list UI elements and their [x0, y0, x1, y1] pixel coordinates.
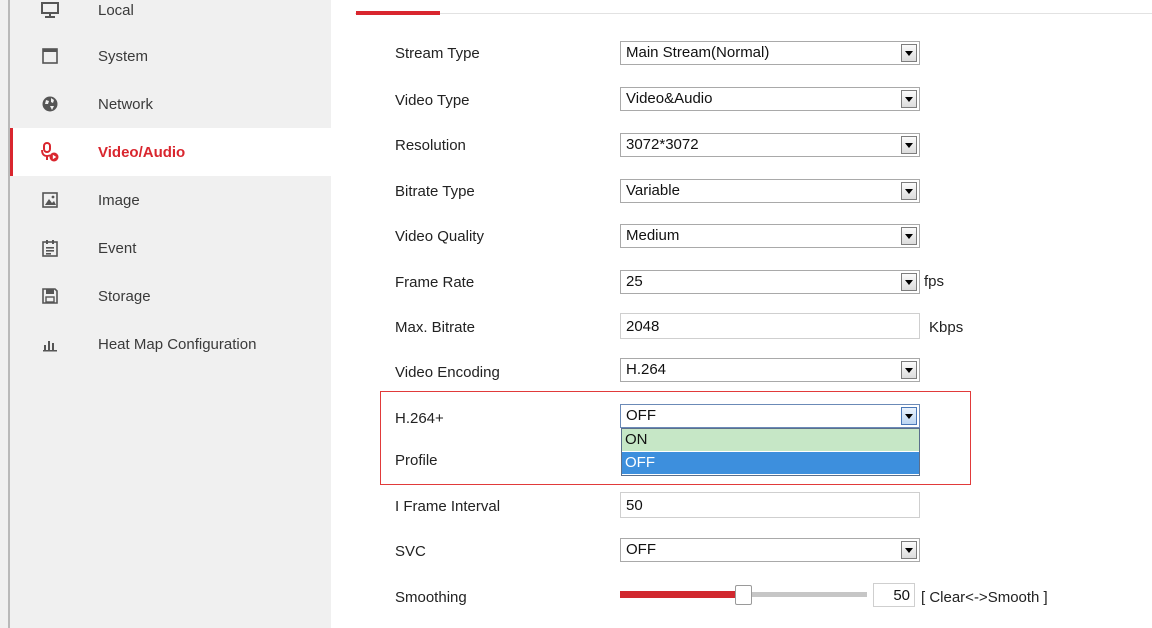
h264plus-option-on[interactable]: ON [622, 429, 919, 451]
resolution-select[interactable]: 3072*3072 [620, 133, 920, 157]
floppy-disk-icon [42, 288, 58, 304]
video-quality-label: Video Quality [395, 228, 484, 245]
svc-value: OFF [626, 541, 656, 558]
svc-label: SVC [395, 543, 426, 560]
tab-active-indicator[interactable] [356, 11, 440, 15]
monitor-icon [41, 2, 59, 18]
h264plus-value: OFF [626, 407, 656, 424]
chevron-down-icon[interactable] [901, 361, 917, 379]
frame-rate-select[interactable]: 25 [620, 270, 920, 294]
i-frame-interval-label: I Frame Interval [395, 498, 501, 515]
bitrate-type-select[interactable]: Variable [620, 179, 920, 203]
h264plus-option-off[interactable]: OFF [622, 452, 919, 474]
chevron-down-icon[interactable] [901, 227, 917, 245]
frame-rate-unit: fps [924, 273, 945, 290]
max-bitrate-label: Max. Bitrate [395, 319, 476, 336]
chevron-down-icon[interactable] [901, 273, 917, 291]
h264plus-select[interactable]: OFF [620, 404, 920, 428]
svc-select[interactable]: OFF [620, 538, 920, 562]
i-frame-interval-input[interactable] [620, 492, 920, 518]
sidebar-item-local[interactable]: Local [10, 0, 331, 34]
bitrate-type-label: Bitrate Type [395, 183, 475, 200]
sidebar-item-label: Event [98, 239, 137, 257]
video-type-label: Video Type [395, 92, 470, 109]
bar-chart-icon [43, 341, 57, 352]
chevron-down-icon[interactable] [901, 90, 917, 108]
max-bitrate-unit: Kbps [929, 319, 964, 336]
bitrate-type-value: Variable [626, 182, 680, 199]
smoothing-slider-thumb[interactable] [735, 585, 752, 605]
video-encoding-label: Video Encoding [395, 364, 500, 381]
sidebar-item-video-audio[interactable]: Video/Audio [10, 128, 331, 176]
chevron-down-icon[interactable] [901, 136, 917, 154]
frame-rate-value: 25 [626, 273, 643, 290]
stream-type-select[interactable]: Main Stream(Normal) [620, 41, 920, 65]
sidebar-item-label: Heat Map Configuration [98, 335, 257, 353]
stream-type-label: Stream Type [395, 45, 480, 62]
sidebar-item-storage[interactable]: Storage [10, 272, 331, 320]
sidebar-item-label: Storage [98, 287, 151, 305]
main-content: Stream Type Main Stream(Normal) Video Ty… [331, 0, 1152, 628]
sidebar-item-label: System [98, 47, 149, 65]
tab-bar-divider [355, 13, 1152, 14]
video-audio-icon [41, 142, 59, 162]
chevron-down-icon[interactable] [901, 407, 917, 425]
resolution-value: 3072*3072 [626, 136, 699, 153]
stream-type-value: Main Stream(Normal) [626, 44, 770, 61]
video-type-value: Video&Audio [626, 90, 713, 107]
smoothing-slider-fill [620, 591, 735, 598]
sidebar-item-event[interactable]: Event [10, 224, 331, 272]
calendar-icon [42, 240, 58, 257]
window-icon [42, 48, 58, 64]
smoothing-label: Smoothing [395, 589, 467, 606]
video-type-select[interactable]: Video&Audio [620, 87, 920, 111]
sidebar-item-label: Image [98, 191, 140, 209]
smoothing-slider[interactable] [620, 585, 867, 605]
video-quality-value: Medium [626, 227, 680, 244]
chevron-down-icon[interactable] [901, 182, 917, 200]
sidebar-item-label: Video/Audio [98, 143, 186, 161]
image-icon [42, 192, 58, 208]
profile-label: Profile [395, 452, 438, 469]
smoothing-range-label: [ Clear<->Smooth ] [921, 589, 1048, 606]
frame-rate-label: Frame Rate [395, 274, 475, 291]
chevron-down-icon[interactable] [901, 44, 917, 62]
smoothing-slider-track [752, 592, 867, 597]
chevron-down-icon[interactable] [901, 541, 917, 559]
video-encoding-value: H.264 [626, 361, 667, 378]
smoothing-value-input[interactable] [873, 583, 915, 607]
sidebar-item-label: Network [98, 95, 154, 113]
h264plus-label: H.264+ [395, 410, 444, 427]
max-bitrate-input[interactable] [620, 313, 920, 339]
video-quality-select[interactable]: Medium [620, 224, 920, 248]
video-encoding-select[interactable]: H.264 [620, 358, 920, 382]
globe-icon [42, 96, 58, 112]
sidebar-item-image[interactable]: Image [10, 176, 331, 224]
sidebar-item-heat-map[interactable]: Heat Map Configuration [10, 320, 331, 368]
resolution-label: Resolution [395, 137, 466, 154]
sidebar-item-label: Local [98, 1, 134, 19]
sidebar-item-network[interactable]: Network [10, 80, 331, 128]
sidebar: Local System Network Video/Audio Image E… [0, 0, 331, 628]
h264plus-dropdown-list: ON OFF [621, 428, 920, 476]
sidebar-item-system[interactable]: System [10, 32, 331, 80]
